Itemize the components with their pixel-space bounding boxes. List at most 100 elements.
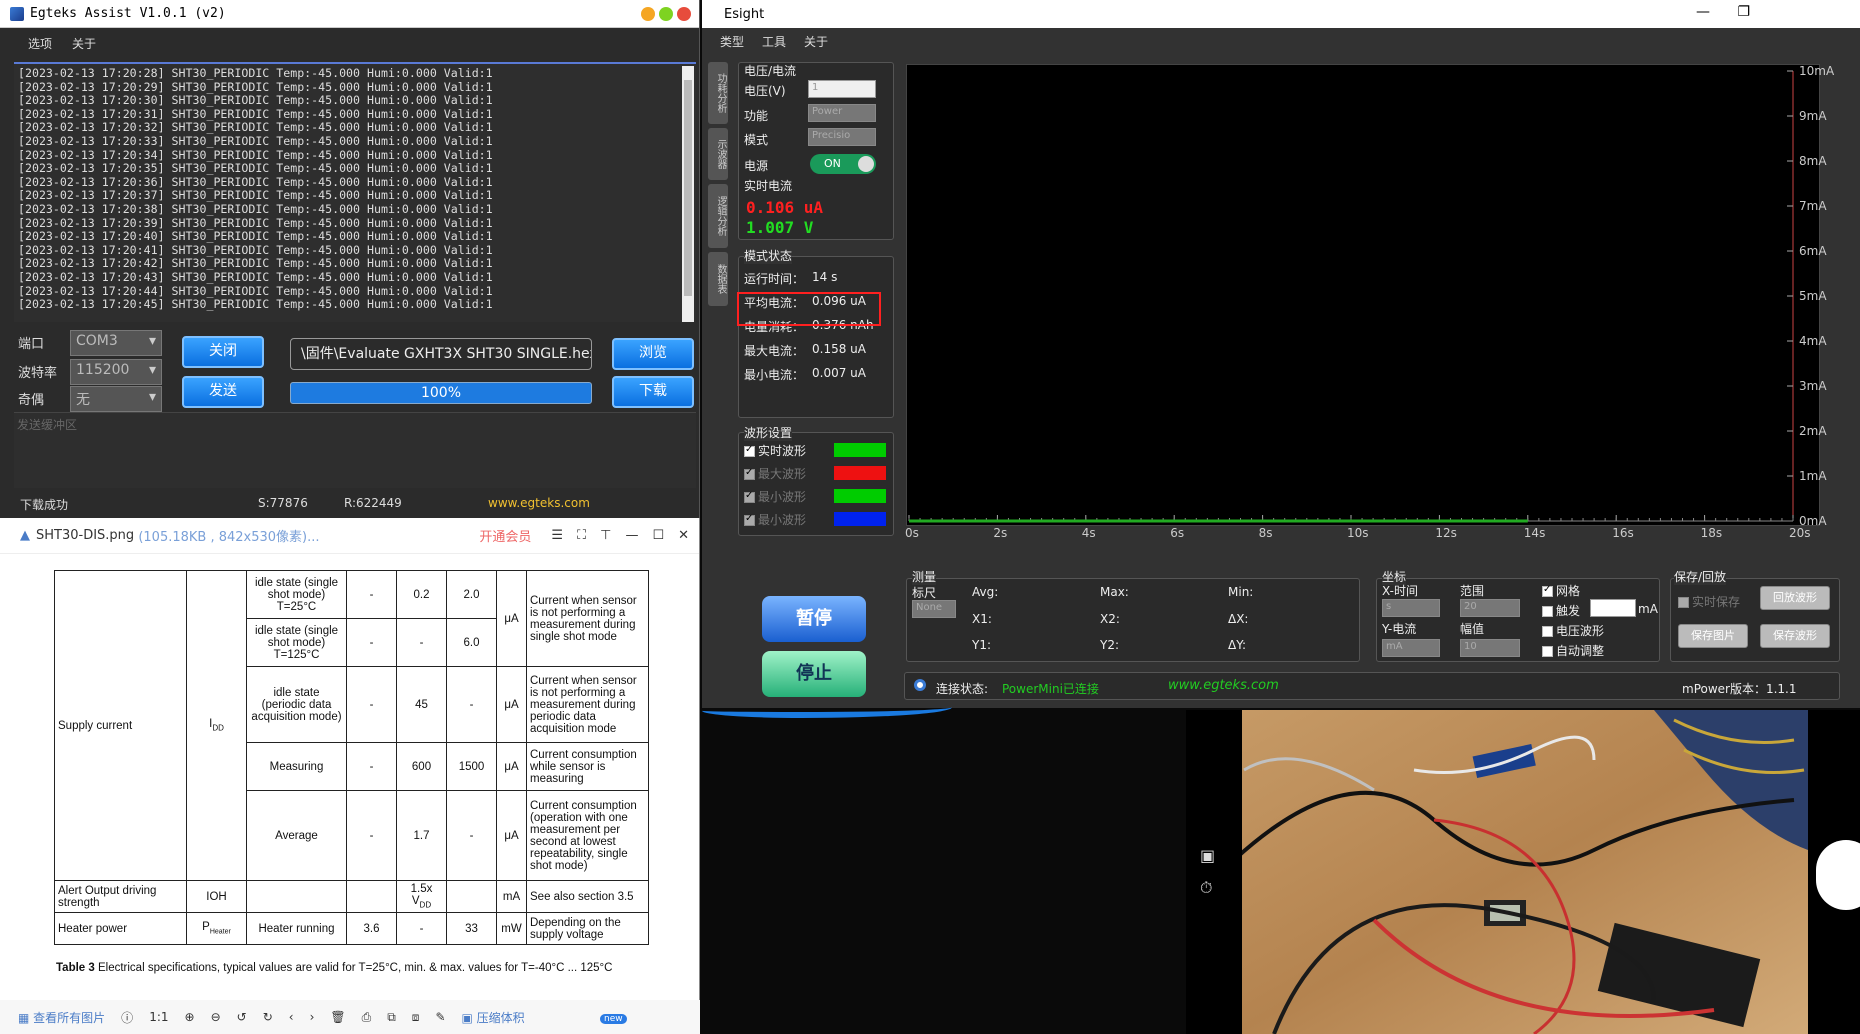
wave-checkbox[interactable]: 最大波形 [744, 465, 806, 482]
y-unit-select[interactable]: mA [1382, 639, 1440, 657]
menu-about[interactable]: 关于 [804, 33, 828, 50]
x-tick-label: 14s [1524, 526, 1546, 540]
log-scrollbar[interactable] [682, 66, 694, 322]
port-select[interactable]: COM3 [70, 330, 162, 356]
parity-select[interactable]: 无 [70, 386, 162, 412]
download-button[interactable]: 下载 [612, 376, 694, 408]
pin-icon[interactable]: ⊤ [600, 528, 611, 543]
trigger-input[interactable] [1590, 599, 1636, 617]
typ-cell: 45 [396, 666, 447, 743]
esight-website[interactable]: www.egteks.com [1168, 678, 1279, 693]
tab-oscilloscope[interactable]: 示波器 [708, 128, 728, 180]
realtime-save-checkbox[interactable]: 实时保存 [1678, 593, 1740, 610]
zoom-out-icon[interactable]: ⊖ [211, 1010, 221, 1024]
close-icon[interactable] [677, 7, 691, 21]
save-image-button[interactable]: 保存图片 [1678, 624, 1748, 648]
amplitude-select[interactable]: 10 [1460, 639, 1520, 657]
viewer-app-icon: ▲ [20, 528, 30, 543]
menu-tools[interactable]: 工具 [762, 33, 786, 50]
grid-checkbox[interactable]: 网格 [1542, 582, 1580, 599]
pause-button[interactable]: 暂停 [762, 596, 866, 642]
x-tick-label: 6s [1170, 526, 1184, 540]
function-select[interactable]: Power [808, 104, 876, 122]
vip-button[interactable]: 开通会员 [479, 526, 531, 545]
minimize-icon[interactable]: — [625, 528, 638, 543]
power-toggle[interactable]: ON [810, 154, 876, 174]
wave-color-swatch[interactable] [834, 443, 886, 457]
crop-icon[interactable]: ⧉ [387, 1010, 396, 1025]
connection-status-icon [914, 679, 926, 691]
alert-label: Alert Output driving strength [54, 880, 187, 913]
print-icon[interactable]: ⎙ [362, 1010, 372, 1025]
log-line: [2023-02-13 17:20:34] SHT30_PERIODIC Tem… [18, 147, 493, 162]
measure-x1: X1: [972, 612, 992, 626]
next-icon[interactable]: › [310, 1010, 315, 1024]
browse-button[interactable]: 浏览 [612, 338, 694, 370]
min-cell: 3.6 [346, 912, 397, 945]
prev-icon[interactable]: ‹ [289, 1010, 294, 1024]
voltage-input[interactable]: 1 [808, 80, 876, 98]
restore-icon[interactable]: ❐ [1737, 4, 1750, 20]
minimize-icon[interactable]: — [1696, 4, 1710, 20]
close-icon[interactable]: ✕ [678, 528, 689, 543]
typ-cell: 0.2 [396, 570, 447, 619]
waveform-plot[interactable]: 0mA 1mA 2mA 3mA 4mA 5mA 6mA 7mA 8mA 9mA 10mA 0s 2s 4s… [905, 64, 1835, 540]
actual-size-icon[interactable]: 1:1 [149, 1010, 168, 1024]
send-button[interactable]: 发送 [182, 376, 264, 408]
minimize-icon[interactable] [641, 7, 655, 21]
tab-power-analysis[interactable]: 功耗分析 [708, 62, 728, 124]
baud-select[interactable]: 115200 [70, 359, 162, 385]
delete-icon[interactable]: 🗑 [330, 1010, 345, 1024]
save-wave-button[interactable]: 保存波形 [1760, 624, 1830, 648]
fullscreen-icon[interactable]: ⛶ [577, 528, 586, 543]
menu-options[interactable]: 选项 [28, 35, 52, 52]
info-icon[interactable]: ⓘ [121, 1009, 133, 1026]
receive-log[interactable]: [2023-02-13 17:20:28] SHT30_PERIODIC Tem… [14, 62, 696, 322]
tab-logic-analyzer[interactable]: 逻辑分析 [708, 184, 728, 248]
timer-icon[interactable]: ⏱ [1200, 878, 1212, 898]
close-port-button[interactable]: 关闭 [182, 336, 264, 368]
rotate-right-icon[interactable]: ↻ [263, 1010, 273, 1024]
x-unit-select[interactable]: s [1382, 599, 1440, 617]
wave-checkbox[interactable]: 最小波形 [744, 511, 806, 528]
menu-about[interactable]: 关于 [72, 35, 96, 52]
ruler-label: 标尺 [912, 586, 937, 600]
mode-select[interactable]: Precisio [808, 128, 876, 146]
menu-type[interactable]: 类型 [720, 33, 744, 50]
wave-color-swatch[interactable] [834, 466, 886, 480]
stop-button[interactable]: 停止 [762, 651, 866, 697]
tab-data-table[interactable]: 数据表 [708, 252, 728, 306]
maximize-icon[interactable]: ☐ [652, 528, 664, 543]
unit-cell: μA [496, 570, 527, 667]
menu-icon[interactable]: ☰ [551, 528, 563, 543]
convert-icon[interactable]: ⧈ [412, 1010, 420, 1025]
maximize-icon[interactable] [659, 7, 673, 21]
ruler-select[interactable]: None [912, 600, 956, 618]
esight-titlebar: Esight — ❐ [702, 0, 1860, 28]
viewer-toolbar: ▦ 查看所有图片 ⓘ 1:1 ⊕ ⊖ ↺ ↻ ‹ › 🗑 ⎙ ⧉ ⧈ ✎ ▣ 压… [0, 1000, 700, 1034]
view-all-images-button[interactable]: ▦ 查看所有图片 [18, 1009, 105, 1026]
hdr-icon[interactable]: ▣ [1200, 846, 1215, 865]
replay-wave-button[interactable]: 回放波形 [1760, 586, 1830, 610]
edit-icon[interactable]: ✎ [435, 1010, 445, 1024]
wave-color-swatch[interactable] [834, 512, 886, 526]
range-select[interactable]: 20 [1460, 599, 1520, 617]
measure-dx: ΔX: [1228, 612, 1249, 626]
cond-cell: Average [246, 790, 347, 881]
auto-adjust-checkbox[interactable]: 自动调整 [1542, 642, 1604, 659]
zoom-in-icon[interactable]: ⊕ [185, 1010, 195, 1024]
rotate-left-icon[interactable]: ↺ [237, 1010, 247, 1024]
wave-checkbox[interactable]: 实时波形 [744, 442, 806, 459]
firmware-path-field[interactable]: \固件\Evaluate GXHT3X SHT30 SINGLE.hex [290, 338, 592, 370]
compress-button[interactable]: ▣ 压缩体积 [462, 1009, 525, 1026]
supply-current-label: Supply current [54, 570, 187, 881]
website-link[interactable]: www.egteks.com [488, 496, 590, 510]
shutter-button[interactable] [1816, 840, 1860, 910]
voltage-wave-checkbox[interactable]: 电压波形 [1542, 622, 1604, 639]
x-tick-label: 10s [1347, 526, 1369, 540]
trigger-checkbox[interactable]: 触发 [1542, 602, 1580, 619]
wave-checkbox[interactable]: 最小波形 [744, 488, 806, 505]
egteks-assist-window: Egteks Assist V1.0.1 (v2) 选项 关于 [2023-02… [0, 0, 700, 518]
wave-color-swatch[interactable] [834, 489, 886, 503]
send-buffer-input[interactable]: 发送缓冲区 [14, 412, 696, 488]
